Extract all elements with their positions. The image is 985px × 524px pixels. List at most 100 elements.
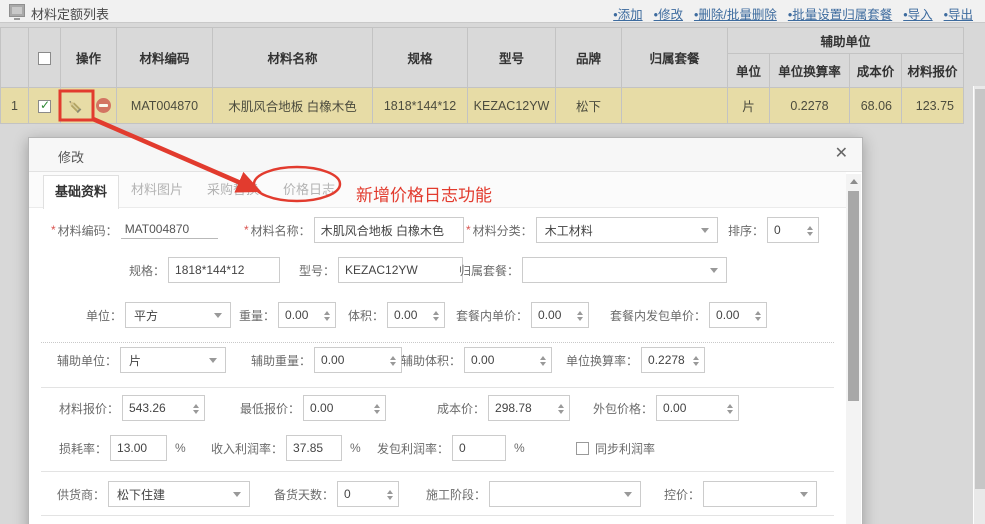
page-scrollbar-thumb[interactable]	[975, 89, 985, 489]
col-select	[28, 27, 61, 88]
spinner-arrows[interactable]	[190, 403, 202, 414]
tab-price-log[interactable]: 价格日志	[271, 172, 347, 208]
price-ctrl-select[interactable]	[703, 481, 818, 507]
cell-code: MAT004870	[116, 87, 213, 124]
aux-unit-select[interactable]: 片	[120, 347, 227, 373]
supplier-select[interactable]: 松下住建	[108, 481, 251, 507]
spinner-arrows[interactable]	[430, 310, 442, 321]
spinner-up-icon	[727, 403, 734, 408]
col-aux-rate: 单位换算率	[769, 53, 850, 88]
quote-spinner[interactable]: 543.26	[122, 395, 206, 421]
spinner-arrows[interactable]	[321, 310, 333, 321]
cell-cost: 68.06	[849, 87, 902, 124]
spinner-arrows[interactable]	[804, 225, 816, 236]
separator	[41, 387, 834, 388]
spinner-arrows[interactable]	[574, 310, 586, 321]
tab-material-images[interactable]: 材料图片	[119, 172, 195, 208]
spinner-up-icon	[387, 489, 394, 494]
spec-input[interactable]: 1818*144*12	[168, 257, 281, 283]
page-scrollbar[interactable]	[973, 86, 985, 524]
spinner-down-icon	[193, 409, 200, 414]
field-quote: 材料报价： 543.26	[59, 394, 206, 422]
cost-spinner[interactable]: 298.78	[488, 395, 571, 421]
cell-rate: 0.2278	[769, 87, 850, 124]
cell-quote: 123.75	[900, 87, 965, 124]
row-checkbox[interactable]: ✓	[38, 98, 51, 113]
toolbar-link-delete[interactable]: •删除/批量删除	[694, 4, 777, 23]
spinner-up-icon	[433, 310, 440, 315]
form-row-4: 辅助单位： 片 辅助重量： 0.00 辅助体积： 0.00 单位换算率： 0.2…	[29, 346, 846, 374]
scrollbar-thumb[interactable]	[848, 191, 859, 401]
conv-rate-spinner[interactable]: 0.2278	[641, 347, 706, 373]
scroll-up-icon[interactable]	[846, 174, 861, 188]
unit-select[interactable]: 平方	[125, 302, 232, 328]
field-contract-profit: 发包利润率： 0 %	[377, 434, 525, 462]
delete-icon[interactable]	[96, 98, 112, 113]
col-model: 型号	[467, 27, 556, 88]
field-volume: 体积： 0.00	[348, 301, 446, 329]
spinner-down-icon	[807, 231, 814, 236]
toolbar-link-export[interactable]: •导出	[944, 4, 973, 23]
package-price-spinner[interactable]: 0.00	[531, 302, 590, 328]
spinner-down-icon	[693, 361, 700, 366]
spinner-arrows[interactable]	[371, 403, 383, 414]
table-row[interactable]: 1 ✓ MAT004870 木肌风合地板 白橡木色 1818*144*12 KE…	[0, 87, 965, 124]
toolbar-link-modify[interactable]: •修改	[654, 4, 683, 23]
field-aux-volume: 辅助体积： 0.00	[401, 346, 553, 374]
model-input[interactable]: KEZAC12YW	[338, 257, 464, 283]
spinner-arrows[interactable]	[537, 355, 549, 366]
spinner-arrows[interactable]	[387, 355, 399, 366]
tab-purchase-replace[interactable]: 采购替换	[195, 172, 271, 208]
toolbar-link-add[interactable]: •添加	[613, 4, 642, 23]
cell-brand: 松下	[555, 87, 622, 124]
select-all-checkbox[interactable]	[38, 51, 51, 65]
volume-spinner[interactable]: 0.00	[387, 302, 446, 328]
field-unit: 单位： 平方	[86, 301, 232, 329]
field-sync-profit: 同步利润率	[576, 434, 655, 462]
field-stage: 施工阶段：	[426, 480, 642, 508]
aux-volume-spinner[interactable]: 0.00	[464, 347, 553, 373]
spinner-down-icon	[433, 316, 440, 321]
col-code: 材料编码	[116, 27, 213, 88]
close-icon[interactable]: ✕	[835, 146, 848, 162]
package-out-price-spinner[interactable]: 0.00	[709, 302, 768, 328]
stage-select[interactable]	[489, 481, 642, 507]
sort-spinner[interactable]: 0	[767, 217, 820, 243]
col-aux-quote: 材料报价	[900, 53, 965, 88]
spinner-up-icon	[324, 310, 331, 315]
spinner-up-icon	[374, 403, 381, 408]
spinner-arrows[interactable]	[724, 403, 736, 414]
page-title: 材料定额列表	[31, 7, 110, 22]
aux-weight-spinner[interactable]: 0.00	[314, 347, 403, 373]
spinner-arrows[interactable]	[384, 489, 396, 500]
field-supplier: 供货商： 松下住建	[57, 480, 251, 508]
sync-profit-checkbox[interactable]	[576, 441, 589, 455]
spinner-down-icon	[540, 361, 547, 366]
contract-profit-input[interactable]: 0	[452, 435, 507, 461]
loss-rate-input[interactable]: 13.00	[110, 435, 168, 461]
income-profit-input[interactable]: 37.85	[286, 435, 343, 461]
spinner-arrows[interactable]	[752, 310, 764, 321]
material-name-input[interactable]: 木肌风合地板 白橡木色	[313, 217, 464, 243]
toolbar-link-batch-package[interactable]: •批量设置归属套餐	[788, 4, 892, 23]
tab-basic-info[interactable]: 基础资料	[43, 175, 119, 209]
spinner-arrows[interactable]	[690, 355, 702, 366]
spinner-down-icon	[727, 409, 734, 414]
material-table: 操作 材料编码 材料名称 规格 型号 品牌 归属套餐 辅助单位 单位 单位换算率…	[0, 27, 965, 124]
package-select[interactable]	[522, 257, 728, 283]
modal-scrollbar[interactable]	[846, 174, 861, 524]
spinner-down-icon	[755, 316, 762, 321]
stock-days-spinner[interactable]: 0	[337, 481, 400, 507]
spinner-up-icon	[755, 310, 762, 315]
material-category-select[interactable]: 木工材料	[535, 217, 718, 243]
required-mark: *	[51, 223, 56, 237]
spinner-arrows[interactable]	[555, 403, 567, 414]
col-aux-unit: 单位	[727, 53, 770, 88]
toolbar-link-import[interactable]: •导入	[903, 4, 932, 23]
weight-spinner[interactable]: 0.00	[278, 302, 337, 328]
spinner-down-icon	[374, 409, 381, 414]
field-min-quote: 最低报价： 0.00	[240, 394, 387, 422]
edit-pencil-icon[interactable]	[66, 97, 84, 115]
min-quote-spinner[interactable]: 0.00	[303, 395, 387, 421]
outsource-price-spinner[interactable]: 0.00	[656, 395, 740, 421]
